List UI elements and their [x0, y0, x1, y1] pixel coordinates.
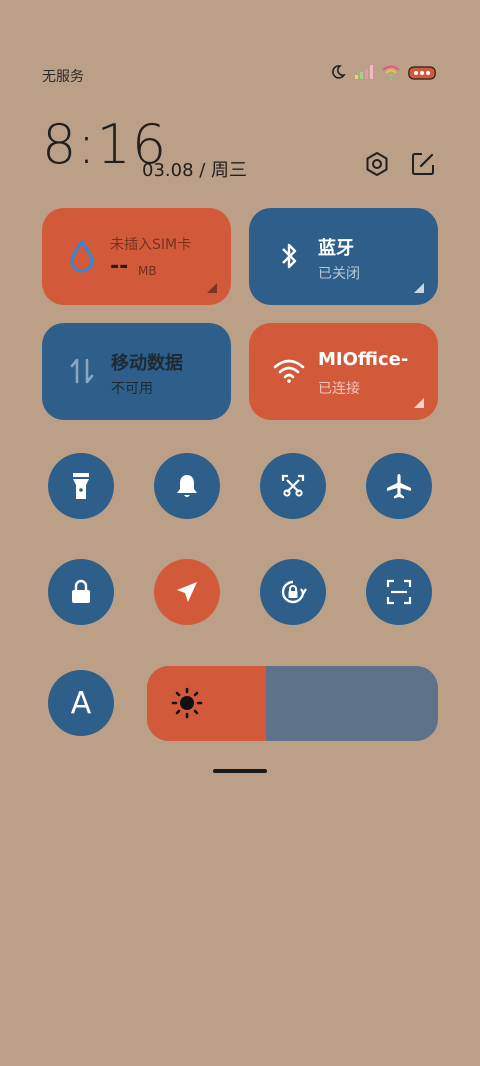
airplane-icon: [387, 474, 411, 499]
lock-screen-toggle[interactable]: [48, 559, 114, 625]
sun-icon: [171, 687, 203, 723]
wifi-icon: [271, 353, 307, 389]
scanner-toggle[interactable]: [366, 559, 432, 625]
auto-brightness-label: A: [70, 685, 92, 721]
bluetooth-status: 已关闭: [318, 266, 360, 282]
status-icons: [330, 64, 436, 84]
mobile-data-tile[interactable]: 移动数据 不可用: [42, 323, 231, 420]
settings-icon[interactable]: [363, 150, 391, 178]
battery-icon: [408, 65, 436, 84]
water-drop-icon: [64, 238, 100, 274]
wifi-status: 已连接: [318, 381, 360, 397]
airplane-mode-toggle[interactable]: [366, 453, 432, 519]
data-usage-label: 未插入SIM卡: [110, 237, 192, 253]
screenshot-toggle[interactable]: [260, 453, 326, 519]
data-usage-tile[interactable]: 未插入SIM卡 -- MB: [42, 208, 231, 305]
flashlight-icon: [73, 473, 89, 499]
carrier-status: 无服务: [42, 69, 84, 85]
bluetooth-tile[interactable]: 蓝牙 已关闭: [249, 208, 438, 305]
notification-toggle[interactable]: [154, 453, 220, 519]
rotation-lock-icon: [281, 580, 307, 604]
location-icon: [177, 582, 197, 602]
bell-icon: [177, 475, 197, 497]
moon-icon: [330, 64, 346, 84]
bluetooth-icon: [271, 238, 307, 274]
rotation-lock-toggle[interactable]: [260, 559, 326, 625]
wifi-title: MIOffice-: [318, 349, 409, 370]
drag-handle[interactable]: [213, 769, 267, 773]
location-toggle[interactable]: [154, 559, 220, 625]
lock-icon: [72, 579, 90, 603]
edit-icon[interactable]: [409, 150, 437, 178]
wifi-tile[interactable]: MIOffice- 已连接: [249, 323, 438, 420]
flashlight-toggle[interactable]: [48, 453, 114, 519]
date-label: 03.08 / 周三: [142, 160, 248, 181]
bluetooth-title: 蓝牙: [318, 238, 354, 259]
mobile-data-title: 移动数据: [111, 353, 183, 374]
wifi-status-icon: [382, 64, 400, 84]
expand-corner-icon: [414, 398, 424, 408]
brightness-level: [147, 666, 267, 741]
auto-brightness-button[interactable]: A: [48, 670, 114, 736]
scan-icon: [386, 579, 412, 605]
brightness-slider[interactable]: [147, 666, 438, 741]
expand-corner-icon: [414, 283, 424, 293]
mobile-data-icon: [64, 353, 100, 389]
data-usage-unit: MB: [138, 264, 157, 278]
signal-icon: [354, 64, 374, 84]
data-usage-value: --: [110, 254, 129, 279]
mobile-data-status: 不可用: [111, 381, 153, 397]
expand-corner-icon: [207, 283, 217, 293]
screenshot-icon: [281, 474, 305, 497]
